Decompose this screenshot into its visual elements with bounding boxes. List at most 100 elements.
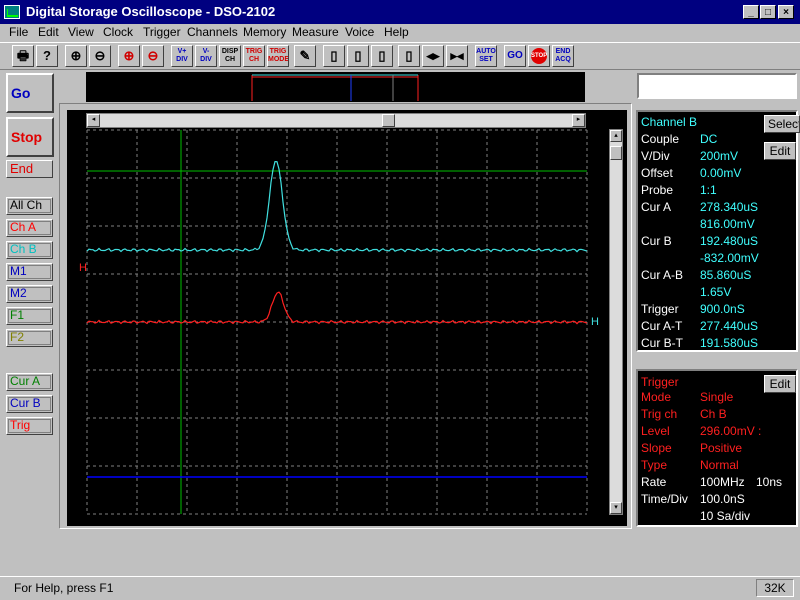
channel-row-label: Couple (641, 132, 680, 146)
scroll-down-button[interactable]: ▾ (610, 502, 622, 514)
waveform-overview[interactable] (86, 72, 585, 102)
disp-ch-button[interactable]: DISP CH (219, 45, 241, 67)
go-run-button[interactable]: Go (6, 73, 54, 113)
channel-f2-button[interactable]: F2 (6, 329, 53, 347)
readout-input[interactable] (637, 73, 797, 99)
scroll-right-button[interactable]: ▸ (572, 114, 585, 127)
v-div-up-button[interactable]: V+ DIV (171, 45, 193, 67)
end-acq-button[interactable]: END ACQ (552, 45, 574, 67)
end-button[interactable]: End (6, 160, 53, 178)
menu-edit[interactable]: Edit (38, 25, 59, 39)
channel-m2-button[interactable]: M2 (6, 285, 53, 303)
cursor-a-button[interactable]: Cur A (6, 373, 53, 391)
layout-1-button[interactable]: ▯ (323, 45, 345, 67)
trigger-cursor-button[interactable]: Trig (6, 417, 53, 435)
panel-icon: ▯ (354, 48, 362, 63)
scroll-left-button[interactable]: ◂ (87, 114, 100, 127)
h-compress-button[interactable]: ▸◂ (446, 45, 468, 67)
close-button[interactable]: × (778, 5, 794, 19)
menu-voice[interactable]: Voice (345, 25, 374, 39)
channel-row-label: Trigger (641, 302, 679, 316)
menu-trigger[interactable]: Trigger (143, 25, 181, 39)
memory-indicator: 32K (756, 579, 794, 597)
time-zoom-in-button[interactable]: ⊕ (118, 45, 140, 67)
menu-view[interactable]: View (68, 25, 94, 39)
channel-edit-button[interactable]: Edit (764, 142, 796, 160)
channel-all-button[interactable]: All Ch (6, 197, 53, 215)
channel-row-value: 200mV (700, 149, 739, 163)
window-title: Digital Storage Oscilloscope - DSO-2102 (26, 4, 276, 19)
vertical-scroll-thumb[interactable] (610, 146, 622, 160)
scroll-up-button[interactable]: ▴ (610, 130, 622, 142)
menu-help[interactable]: Help (384, 25, 409, 39)
channel-m1-button[interactable]: M1 (6, 263, 53, 281)
channel-a-button[interactable]: Ch A (6, 219, 53, 237)
status-bar: For Help, press F1 32K (0, 576, 800, 600)
channel-row-label: Cur A-B (641, 268, 684, 282)
zoom-out-button[interactable]: ⊖ (89, 45, 111, 67)
channel-f1-button[interactable]: F1 (6, 307, 53, 325)
left-marker: H (79, 262, 87, 274)
trig-ch-button[interactable]: TRIG CH (243, 45, 265, 67)
channel-row-value: 85.860uS (700, 268, 752, 282)
cursor-b-button[interactable]: Cur B (6, 395, 53, 413)
h-expand-button[interactable]: ◂▸ (422, 45, 444, 67)
trigger-row-value: 296.00mV : (700, 424, 762, 438)
horizontal-scrollbar[interactable]: ◂ ▸ (86, 113, 586, 128)
menu-channels[interactable]: Channels (187, 25, 238, 39)
pen-button[interactable]: ✎ (294, 45, 316, 67)
trigger-row-label: Type (641, 458, 668, 472)
menu-measure[interactable]: Measure (292, 25, 339, 39)
layout-2-button[interactable]: ▯ (347, 45, 369, 67)
maximize-button[interactable]: □ (760, 5, 776, 19)
go-icon: GO (507, 50, 523, 61)
channel-b-button[interactable]: Ch B (6, 241, 53, 259)
samples-per-div: 10 Sa/div (700, 509, 751, 523)
trigger-row-label: Slope (641, 441, 672, 455)
channel-row-value: DC (700, 132, 718, 146)
stop-icon: STOP (531, 48, 547, 64)
plus-circle-icon: ⊕ (123, 48, 135, 63)
select-button[interactable]: Select (764, 115, 800, 133)
stop-button[interactable]: STOP (528, 45, 550, 67)
printer-icon: 🖶 (16, 48, 30, 63)
auto-set-button[interactable]: AUTO SET (475, 45, 497, 67)
minimize-button[interactable]: _ (743, 5, 759, 19)
channel-row-value: 900.0nS (700, 302, 745, 316)
print-button[interactable]: 🖶 (12, 45, 34, 67)
toolbar: 🖶 ? ⊕ ⊖ ⊕ ⊖ V+ DIV V- DIV DISP CH TRIG C… (0, 42, 800, 70)
status-help-text: For Help, press F1 (14, 581, 114, 595)
zoom-in-button[interactable]: ⊕ (65, 45, 87, 67)
channel-info-panel: Channel B Select Edit Couple DC V/Div 200mV… (636, 110, 800, 352)
app-icon[interactable] (4, 5, 20, 19)
stop-run-button[interactable]: Stop (6, 117, 54, 157)
trigger-info-panel: Trigger Edit Mode Single Trig ch Ch B Level 2… (636, 369, 798, 527)
time-zoom-out-button[interactable]: ⊖ (142, 45, 164, 67)
channel-row-value: 278.340uS (700, 200, 759, 214)
trigger-panel-title: Trigger (641, 375, 679, 389)
zoom-out-icon: ⊖ (94, 48, 106, 63)
horizontal-scroll-thumb[interactable] (382, 114, 395, 127)
layout-4-button[interactable]: ▯ (398, 45, 420, 67)
trigger-row-value: Single (700, 390, 734, 404)
menu-clock[interactable]: Clock (103, 25, 133, 39)
trigger-row-label: Level (641, 424, 670, 438)
trigger-edit-button[interactable]: Edit (764, 375, 796, 393)
trigger-row-label: Trig ch (641, 407, 678, 421)
trigger-row-label: Mode (641, 390, 672, 404)
v-div-down-button[interactable]: V- DIV (195, 45, 217, 67)
layout-3-button[interactable]: ▯ (371, 45, 393, 67)
trigger-row-value: Ch B (700, 407, 727, 421)
go-button[interactable]: GO (504, 45, 526, 67)
menu-memory[interactable]: Memory (243, 25, 286, 39)
trig-mode-button[interactable]: TRIG MODE (267, 45, 289, 67)
timediv-label: Time/Div (641, 492, 688, 506)
rate-label: Rate (641, 475, 667, 489)
expand-icon: ◂▸ (426, 48, 440, 63)
menu-file[interactable]: File (9, 25, 28, 39)
channel-row-label: Cur B-T (641, 336, 683, 350)
help-button[interactable]: ? (36, 45, 58, 67)
scope-graphic[interactable]: H H (67, 110, 627, 526)
vertical-scrollbar[interactable]: ▴ ▾ (609, 129, 623, 515)
channel-row-value: 277.440uS (700, 319, 759, 333)
